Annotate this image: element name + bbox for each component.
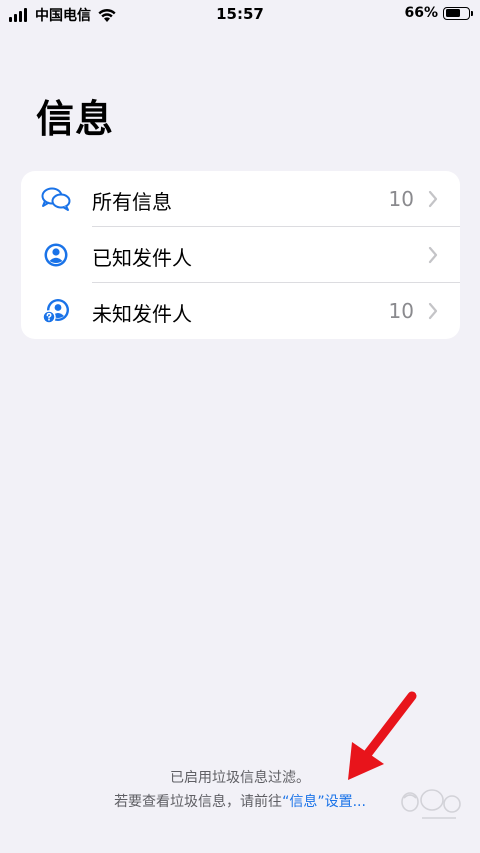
chat-bubbles-icon <box>41 187 71 211</box>
chevron-right-icon <box>428 190 438 208</box>
messages-settings-link[interactable]: “信息”设置... <box>282 794 366 810</box>
chevron-right-icon <box>428 302 438 320</box>
person-question-icon <box>42 299 69 324</box>
battery-fill <box>445 9 461 17</box>
page-title: 信息 <box>36 97 115 141</box>
chevron-right-icon <box>428 246 438 264</box>
filter-list: 所有信息 10 已知发件人 未知发件人 10 <box>21 171 460 339</box>
battery-cap <box>471 10 473 16</box>
filter-row-known-senders[interactable]: 已知发件人 <box>21 227 460 283</box>
battery-icon <box>443 6 473 20</box>
filter-count: 10 <box>388 187 414 211</box>
red-arrow-annotation-icon <box>348 691 417 780</box>
baidu-jingyan-watermark-icon <box>401 789 461 819</box>
filter-row-unknown-senders[interactable]: 未知发件人 10 <box>21 283 460 339</box>
footer-line-2-text: 若要查看垃圾信息，请前往 <box>114 794 283 810</box>
filter-label: 所有信息 <box>92 190 172 214</box>
battery-percentage: 66% <box>404 5 438 21</box>
messages-filter-screen: 中国电信 15:57 66% 信息 所有信息 10 已知发件人 未知发件人 10… <box>0 0 480 853</box>
filter-label: 未知发件人 <box>92 302 192 326</box>
status-right: 66% <box>404 5 473 21</box>
filter-label: 已知发件人 <box>92 246 192 270</box>
filter-count: 10 <box>388 299 414 323</box>
person-circle-icon <box>44 243 68 267</box>
filter-row-all-messages[interactable]: 所有信息 10 <box>21 171 460 227</box>
status-bar: 中国电信 15:57 66% <box>0 0 480 28</box>
